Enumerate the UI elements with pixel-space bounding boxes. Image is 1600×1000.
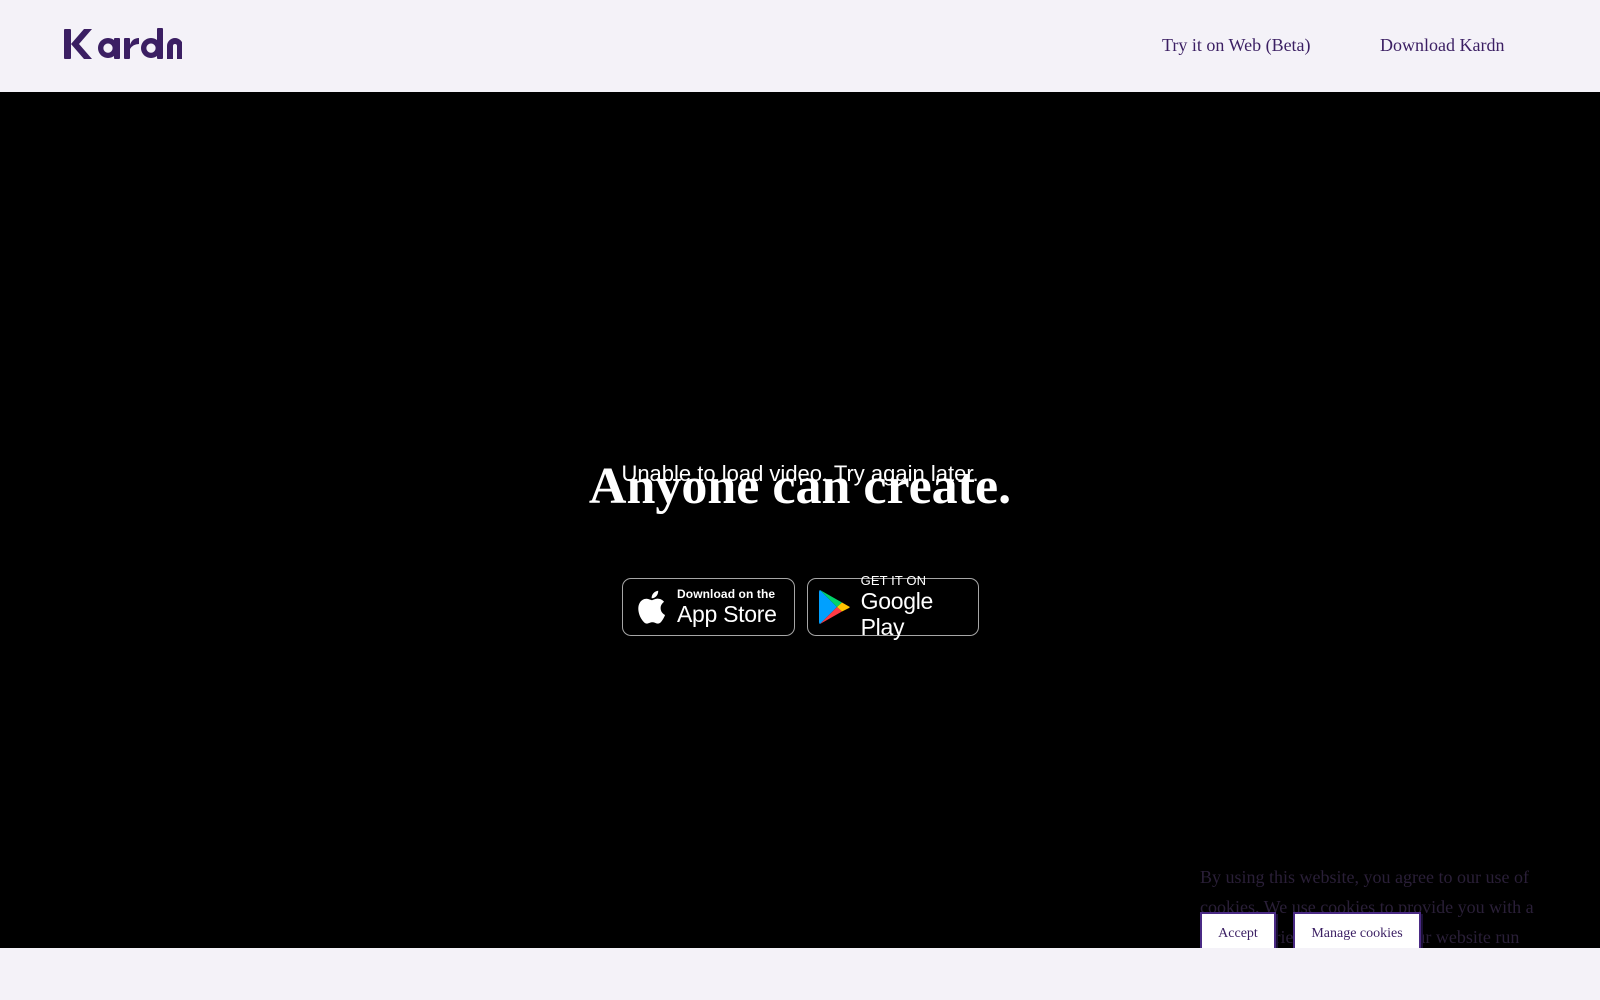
google-play-badge[interactable]: GET IT ON Google Play [807, 574, 979, 640]
app-store-badge[interactable]: Download on the App Store [622, 578, 795, 636]
apple-icon [633, 589, 669, 625]
top-navigation-bar: Try it on Web (Beta) Download Kardn [0, 0, 1600, 92]
nav-download-kardn[interactable]: Download Kardn [1380, 35, 1504, 56]
google-play-badge-text: GET IT ON Google Play [860, 573, 978, 641]
google-play-badge-small: GET IT ON [860, 573, 927, 588]
kardn-logo-icon [64, 28, 182, 59]
nav-try-web[interactable]: Try it on Web (Beta) [1162, 35, 1311, 56]
app-store-badge-big: App Store [677, 601, 777, 627]
google-play-badge-big: Google Play [860, 588, 934, 640]
hero-headline: Anyone can create. [588, 458, 1012, 515]
google-play-icon [818, 589, 853, 625]
app-store-badge-text: Download on the App Store [677, 587, 777, 627]
app-store-badge-small: Download on the [677, 587, 776, 601]
hero-video-section: Unable to load video. Try again later. A… [0, 92, 1600, 948]
kardn-logo[interactable] [64, 26, 182, 62]
footer-strip [0, 948, 1600, 1000]
